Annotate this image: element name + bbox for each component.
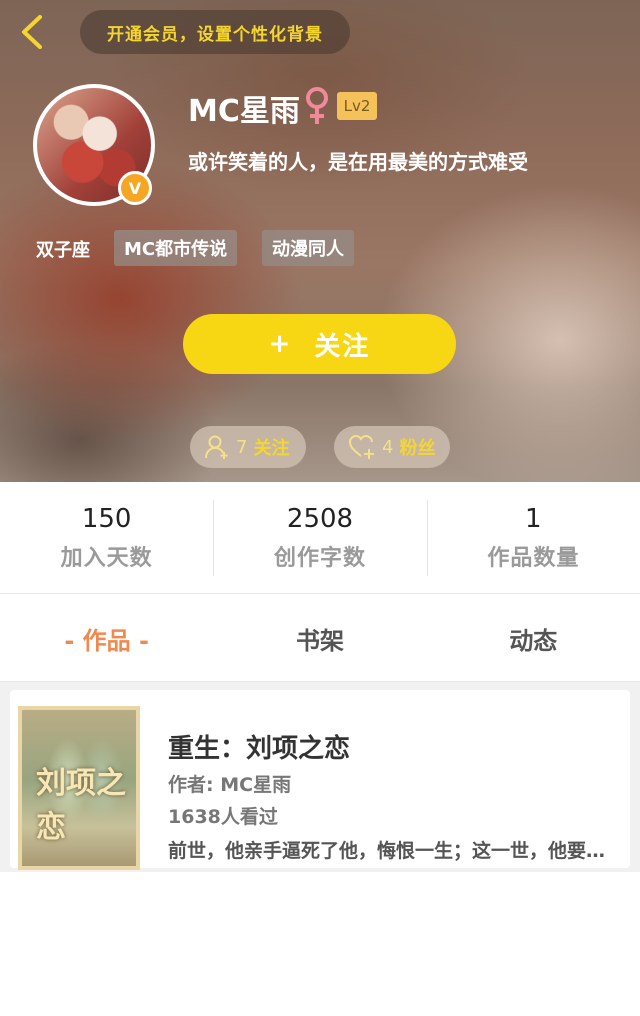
level-badge: Lv2 <box>337 92 377 120</box>
following-label: 关注 <box>253 438 290 459</box>
female-icon <box>306 87 328 124</box>
chevron-left-icon <box>22 15 42 49</box>
stat-label: 加入天数 <box>60 545 153 571</box>
stat-works-count: 1 作品数量 <box>426 482 640 593</box>
book-cover-title: 刘项之恋 <box>36 766 126 845</box>
stat-value: 2508 <box>286 503 354 534</box>
stat-value: 150 <box>81 503 132 534</box>
profile-header: 开通会员，设置个性化背景 V MC星雨 Lv2 或许笑着的人，是在用最美的方式难… <box>0 0 640 482</box>
stat-days-joined: 150 加入天数 <box>0 482 213 593</box>
tag-anime-fanfic[interactable]: 动漫同人 <box>262 230 354 266</box>
back-button[interactable] <box>14 12 54 52</box>
work-title[interactable]: 重生：刘项之恋 <box>168 728 350 765</box>
work-author: 作者: MC星雨 <box>168 774 292 796</box>
work-description: 前世，他亲手逼死了他，悔恨一生；这一世，他要用尽全力去守护他…… <box>168 840 618 862</box>
book-cover[interactable]: 刘项之恋 <box>18 706 140 870</box>
zodiac-label: 双子座 <box>36 240 90 261</box>
username: MC星雨 <box>188 94 300 129</box>
stat-words-written: 2508 创作字数 <box>213 482 426 593</box>
vip-banner[interactable]: 开通会员，设置个性化背景 <box>80 10 350 54</box>
user-signature: 或许笑着的人，是在用最美的方式难受 <box>188 150 528 174</box>
stats-bar: 150 加入天数 2508 创作字数 1 作品数量 <box>0 482 640 594</box>
stat-value: 1 <box>525 503 542 534</box>
tab-works[interactable]: - 作品 - <box>0 596 213 681</box>
verified-badge: V <box>118 171 152 205</box>
following-count: 7 <box>236 436 248 458</box>
works-list: 刘项之恋 重生：刘项之恋 作者: MC星雨 1638人看过 前世，他亲手逼死了他… <box>0 682 640 872</box>
plus-icon: + <box>268 329 293 359</box>
profile-tabs: - 作品 - 书架 动态 <box>0 596 640 682</box>
list-item[interactable]: 刘项之恋 重生：刘项之恋 作者: MC星雨 1638人看过 前世，他亲手逼死了他… <box>10 690 630 870</box>
fans-count-button[interactable]: 4 粉丝 <box>334 426 450 468</box>
fans-count: 4 <box>382 436 394 458</box>
tab-activity[interactable]: 动态 <box>427 596 640 681</box>
fans-label: 粉丝 <box>399 438 436 459</box>
work-views: 1638人看过 <box>168 806 278 828</box>
tab-bookshelf[interactable]: 书架 <box>213 596 426 681</box>
stat-label: 创作字数 <box>273 545 366 571</box>
user-plus-icon <box>205 435 228 459</box>
follow-button-label: 关注 <box>314 331 371 362</box>
heart-plus-icon <box>348 434 374 459</box>
follow-button[interactable]: + 关注 <box>183 314 456 374</box>
tag-mc-urban-legend[interactable]: MC都市传说 <box>114 230 238 266</box>
following-count-button[interactable]: 7 关注 <box>190 426 306 468</box>
stat-label: 作品数量 <box>487 545 580 571</box>
